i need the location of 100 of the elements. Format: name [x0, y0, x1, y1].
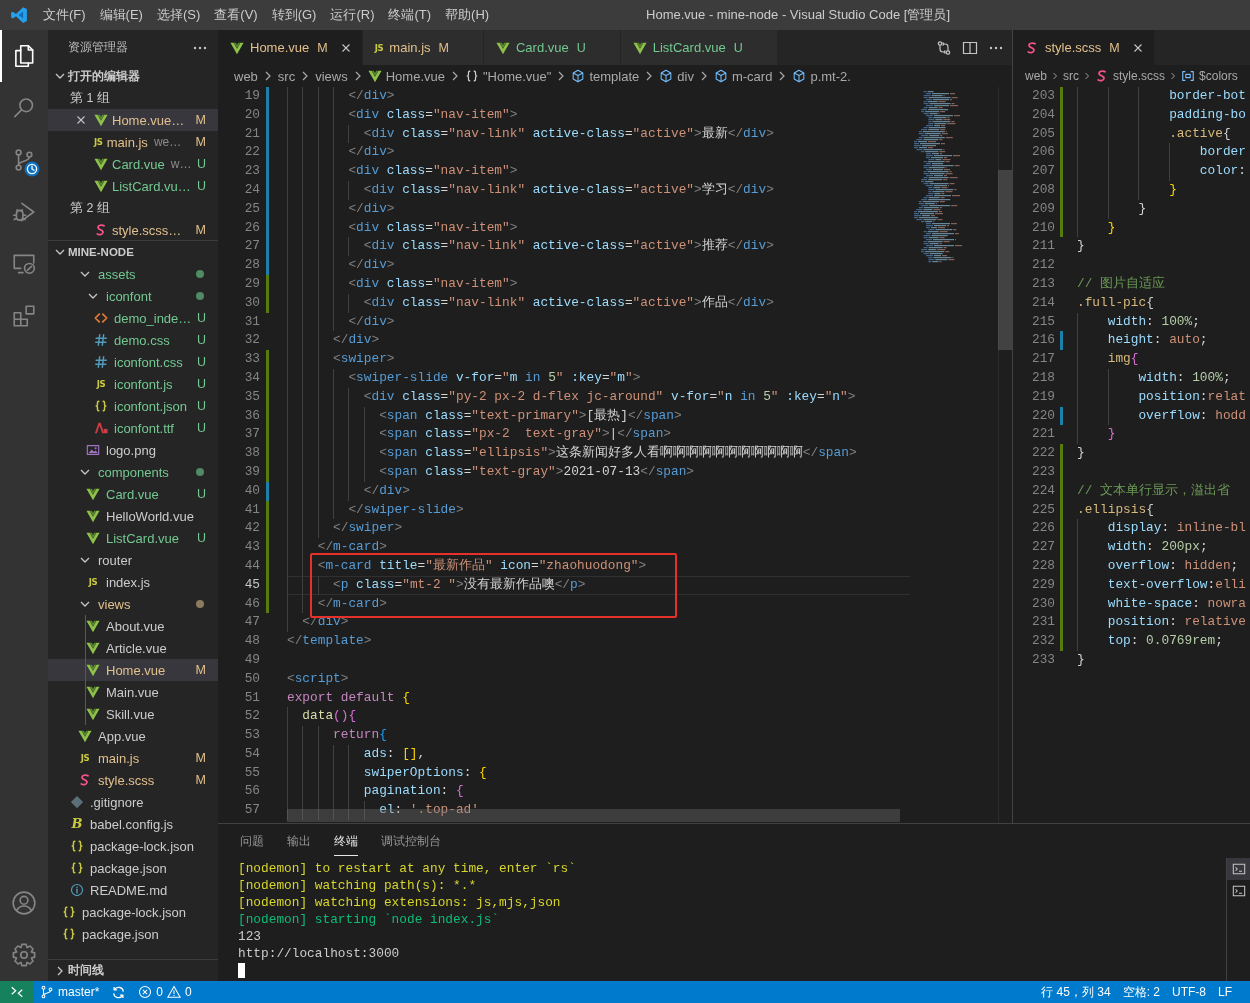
- folder-item[interactable]: router: [48, 549, 218, 571]
- file-item[interactable]: Card.vue U: [48, 483, 218, 505]
- folder-item[interactable]: views: [48, 593, 218, 615]
- file-item[interactable]: demo.css U: [48, 329, 218, 351]
- menu-item[interactable]: 编辑(E): [92, 0, 150, 30]
- breadcrumb-item[interactable]: style.scss: [1095, 69, 1166, 83]
- terminal-instance-button[interactable]: [1227, 858, 1250, 880]
- file-item[interactable]: iconfont.ttf U: [48, 417, 218, 439]
- code-line: <div class="nav-item">: [348, 274, 518, 293]
- panel-tab[interactable]: 调试控制台: [381, 826, 441, 856]
- file-item[interactable]: logo.png: [48, 439, 218, 461]
- file-item[interactable]: iconfont.json U: [48, 395, 218, 417]
- line-number: 23: [243, 162, 260, 181]
- menu-item[interactable]: 帮助(H): [438, 0, 497, 30]
- open-editor-item[interactable]: Home.vue… M: [48, 109, 218, 131]
- encoding-button[interactable]: UTF-8: [1166, 981, 1212, 1003]
- file-item[interactable]: About.vue: [48, 615, 218, 637]
- js-file-icon: JS: [80, 753, 90, 763]
- breadcrumb-item[interactable]: src: [1063, 69, 1079, 83]
- folder-item[interactable]: assets: [48, 263, 218, 285]
- indentation-button[interactable]: 空格: 2: [1116, 981, 1166, 1003]
- file-item[interactable]: B babel.config.js: [48, 813, 218, 835]
- open-editor-item[interactable]: ListCard.vu… U: [48, 175, 218, 197]
- file-item[interactable]: Home.vue M: [48, 659, 218, 681]
- terminal-icon: [1231, 862, 1246, 876]
- panel-tab[interactable]: 问题: [240, 826, 264, 856]
- compare-changes-icon[interactable]: [936, 39, 952, 56]
- menu-item[interactable]: 选择(S): [149, 0, 208, 30]
- folder-item[interactable]: iconfont: [48, 285, 218, 307]
- code-line: }: [1077, 444, 1085, 463]
- folder-item[interactable]: components: [48, 461, 218, 483]
- git-status-letter: M: [194, 113, 206, 127]
- breadcrumb-item[interactable]: m-card: [713, 68, 773, 84]
- file-item[interactable]: package-lock.json: [48, 835, 218, 857]
- cube-icon: [792, 69, 807, 83]
- breadcrumb-item[interactable]: web: [1025, 69, 1047, 83]
- scrollbar-thumb[interactable]: [998, 170, 1012, 350]
- sass-swirl-icon: [78, 773, 92, 787]
- file-item[interactable]: .gitignore: [48, 791, 218, 813]
- file-item[interactable]: App.vue: [48, 725, 218, 747]
- file-item[interactable]: package-lock.json: [48, 901, 218, 923]
- code-line: ads: [],: [363, 744, 426, 763]
- breadcrumb-item[interactable]: views: [315, 68, 348, 84]
- open-editor-item[interactable]: JS main.js we… M: [48, 131, 218, 153]
- file-item[interactable]: style.scss M: [48, 769, 218, 791]
- breadcrumb-item[interactable]: src: [277, 68, 296, 84]
- file-item[interactable]: iconfont.css U: [48, 351, 218, 373]
- remote-indicator-button[interactable]: [0, 981, 34, 1003]
- cursor-position-button[interactable]: 行 45，列 34: [1035, 981, 1117, 1003]
- section-header[interactable]: MINE-NODE: [48, 241, 218, 263]
- breadcrumb-item[interactable]: "Home.vue": [464, 68, 552, 84]
- js-file-icon: JS: [88, 577, 98, 587]
- file-item[interactable]: package.json: [48, 923, 218, 945]
- braces-icon: [70, 839, 84, 853]
- file-item[interactable]: JS index.js: [48, 571, 218, 593]
- file-item[interactable]: HelloWorld.vue: [48, 505, 218, 527]
- line-number: 29: [243, 274, 260, 293]
- code-line: <div class="nav-link" active-class="active">作品</div>: [363, 293, 774, 312]
- menu-item[interactable]: 查看(V): [207, 0, 265, 30]
- editor-tab[interactable]: Card.vue U: [483, 30, 621, 65]
- line-number: 35: [243, 387, 260, 406]
- code-line: display: inline-bl: [1107, 519, 1246, 538]
- file-item[interactable]: ListCard.vue U: [48, 527, 218, 549]
- panel-tab[interactable]: 终端: [334, 826, 358, 856]
- file-item[interactable]: JS iconfont.js U: [48, 373, 218, 395]
- open-editor-item[interactable]: Card.vue w… U: [48, 153, 218, 175]
- breadcrumb-item[interactable]: $colors: [1181, 69, 1238, 83]
- menu-item[interactable]: 终端(T): [381, 0, 439, 30]
- file-item[interactable]: Main.vue: [48, 681, 218, 703]
- vue-logo-icon: [86, 619, 100, 633]
- editor-tab[interactable]: ListCard.vue U: [620, 30, 778, 65]
- file-item[interactable]: Article.vue: [48, 637, 218, 659]
- section-header[interactable]: 打开的编辑器: [48, 65, 218, 87]
- code-line: <p class="mt-2 ">没有最新作品噢</p>: [333, 575, 586, 594]
- file-item[interactable]: README.md: [48, 879, 218, 901]
- panel-tab[interactable]: 输出: [287, 826, 311, 856]
- problems-button[interactable]: 0 0: [132, 981, 198, 1003]
- menu-item[interactable]: 运行(R): [323, 0, 382, 30]
- breadcrumb-item[interactable]: Home.vue: [367, 68, 445, 84]
- menu-item[interactable]: 转到(G): [264, 0, 324, 30]
- code-line: <swiper>: [333, 350, 395, 369]
- line-number: 40: [243, 481, 260, 500]
- line-ending-button[interactable]: LF: [1212, 981, 1238, 1003]
- editor-tab[interactable]: JS main.js M: [362, 30, 484, 65]
- editor-tab[interactable]: style.scss M: [1013, 30, 1155, 65]
- file-item[interactable]: JS main.js M: [48, 747, 218, 769]
- breadcrumb-item[interactable]: template: [571, 68, 640, 84]
- open-editor-item[interactable]: style.scss… M: [48, 219, 218, 241]
- file-item[interactable]: Skill.vue: [48, 703, 218, 725]
- editor-tab[interactable]: Home.vue M: [218, 30, 363, 65]
- breadcrumb-item[interactable]: div: [659, 68, 694, 84]
- line-number: 32: [243, 331, 260, 350]
- sass-swirl-icon: [1095, 69, 1109, 83]
- file-item[interactable]: demo_inde… U: [48, 307, 218, 329]
- file-item[interactable]: package.json: [48, 857, 218, 879]
- split-editor-icon[interactable]: [962, 39, 978, 56]
- menu-item[interactable]: 文件(F): [36, 0, 93, 30]
- breadcrumb-item[interactable]: p.mt-2.: [792, 68, 851, 84]
- breadcrumb-item[interactable]: web: [234, 68, 258, 84]
- branch-button[interactable]: master*: [34, 981, 106, 1003]
